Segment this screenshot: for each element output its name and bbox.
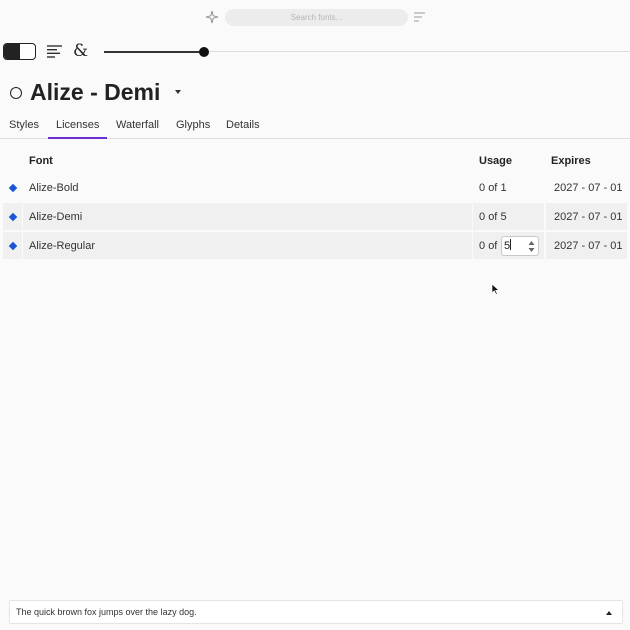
slider-thumb[interactable] bbox=[199, 47, 209, 57]
usage-of: of bbox=[488, 182, 498, 194]
stepper-arrows-icon[interactable] bbox=[528, 240, 535, 253]
usage-of: of bbox=[488, 240, 498, 252]
font-name: Alize-Regular bbox=[29, 240, 96, 252]
usage-used: 0 bbox=[479, 240, 486, 252]
font-cell: Alize-Regular bbox=[23, 232, 472, 259]
slider-track bbox=[204, 51, 630, 52]
tab-glyphs[interactable]: Glyphs bbox=[176, 119, 210, 139]
usage-total: 1 bbox=[500, 182, 507, 194]
chevron-down-icon[interactable] bbox=[175, 90, 181, 94]
usage-value: 0 of 5 bbox=[479, 211, 507, 223]
top-search-bar bbox=[0, 8, 630, 28]
table-row[interactable]: Alize-Demi 0 of 5 2027 - 07 - 01 bbox=[0, 203, 630, 232]
font-size-slider[interactable] bbox=[104, 46, 630, 58]
expires-date: 2027 - 07 - 01 bbox=[554, 182, 623, 194]
expires-cell: 2027 - 07 - 01 bbox=[546, 174, 627, 201]
table-header: Font Usage Expires bbox=[0, 147, 630, 174]
expires-date: 2027 - 07 - 01 bbox=[554, 211, 623, 223]
row-marker bbox=[3, 174, 22, 201]
usage-value: 0 of 1 bbox=[479, 182, 507, 194]
expires-date: 2027 - 07 - 01 bbox=[554, 240, 623, 252]
font-cell: Alize-Demi bbox=[23, 203, 472, 230]
theme-toggle-dark-half bbox=[4, 44, 20, 59]
align-left-icon[interactable] bbox=[47, 45, 62, 58]
theme-toggle[interactable] bbox=[3, 43, 36, 60]
usage-used: 0 bbox=[479, 211, 486, 223]
expires-cell: 2027 - 07 - 01 bbox=[546, 203, 627, 230]
diamond-icon bbox=[8, 241, 18, 251]
filter-icon[interactable] bbox=[414, 12, 425, 22]
chevron-up-icon[interactable] bbox=[606, 611, 612, 615]
preview-text-field[interactable]: The quick brown fox jumps over the lazy … bbox=[9, 600, 623, 624]
usage-of: of bbox=[488, 211, 498, 223]
font-name: Alize-Bold bbox=[29, 182, 79, 194]
column-header-font[interactable]: Font bbox=[29, 155, 53, 167]
usage-cell: 0 of 5 bbox=[473, 203, 544, 230]
mouse-cursor-icon bbox=[491, 283, 500, 295]
usage-used: 0 bbox=[479, 182, 486, 194]
licenses-table: Font Usage Expires Alize-Bold 0 of 1 202… bbox=[0, 147, 630, 261]
table-row[interactable]: Alize-Bold 0 of 1 2027 - 07 - 01 bbox=[0, 174, 630, 203]
usage-cell: 0 of 1 bbox=[473, 174, 544, 201]
usage-cell: 0 of 5 bbox=[473, 232, 544, 259]
text-caret bbox=[510, 239, 512, 250]
page-title: Alize - Demi bbox=[30, 79, 161, 105]
tab-licenses[interactable]: Licenses bbox=[48, 119, 108, 139]
font-title: Alize - Demi bbox=[9, 78, 309, 108]
usage-total: 5 bbox=[500, 211, 507, 223]
column-header-expires[interactable]: Expires bbox=[551, 155, 591, 167]
slider-track-fill bbox=[104, 51, 204, 53]
row-marker bbox=[3, 232, 22, 259]
tab-details[interactable]: Details bbox=[226, 119, 260, 139]
circle-icon bbox=[10, 87, 22, 99]
diamond-icon bbox=[8, 183, 18, 193]
tab-waterfall[interactable]: Waterfall bbox=[116, 119, 159, 139]
sparkle-icon[interactable] bbox=[205, 10, 219, 24]
row-marker bbox=[3, 203, 22, 230]
ampersand-icon[interactable]: & bbox=[73, 41, 88, 61]
preview-text: The quick brown fox jumps over the lazy … bbox=[16, 607, 197, 617]
expires-cell: 2027 - 07 - 01 bbox=[546, 232, 627, 259]
tab-bar: Styles Licenses Waterfall Glyphs Details bbox=[0, 117, 630, 139]
column-header-usage[interactable]: Usage bbox=[479, 155, 512, 167]
toolbar: & bbox=[0, 41, 630, 62]
search-input[interactable] bbox=[225, 9, 408, 26]
usage-prefix: 0 of bbox=[479, 240, 497, 252]
diamond-icon bbox=[8, 212, 18, 222]
font-cell: Alize-Bold bbox=[23, 174, 472, 201]
tab-styles[interactable]: Styles bbox=[9, 119, 39, 139]
table-row[interactable]: Alize-Regular 0 of 5 2027 - 07 - 01 bbox=[0, 232, 630, 261]
font-name: Alize-Demi bbox=[29, 211, 83, 223]
usage-total-stepper[interactable]: 5 bbox=[501, 236, 539, 256]
